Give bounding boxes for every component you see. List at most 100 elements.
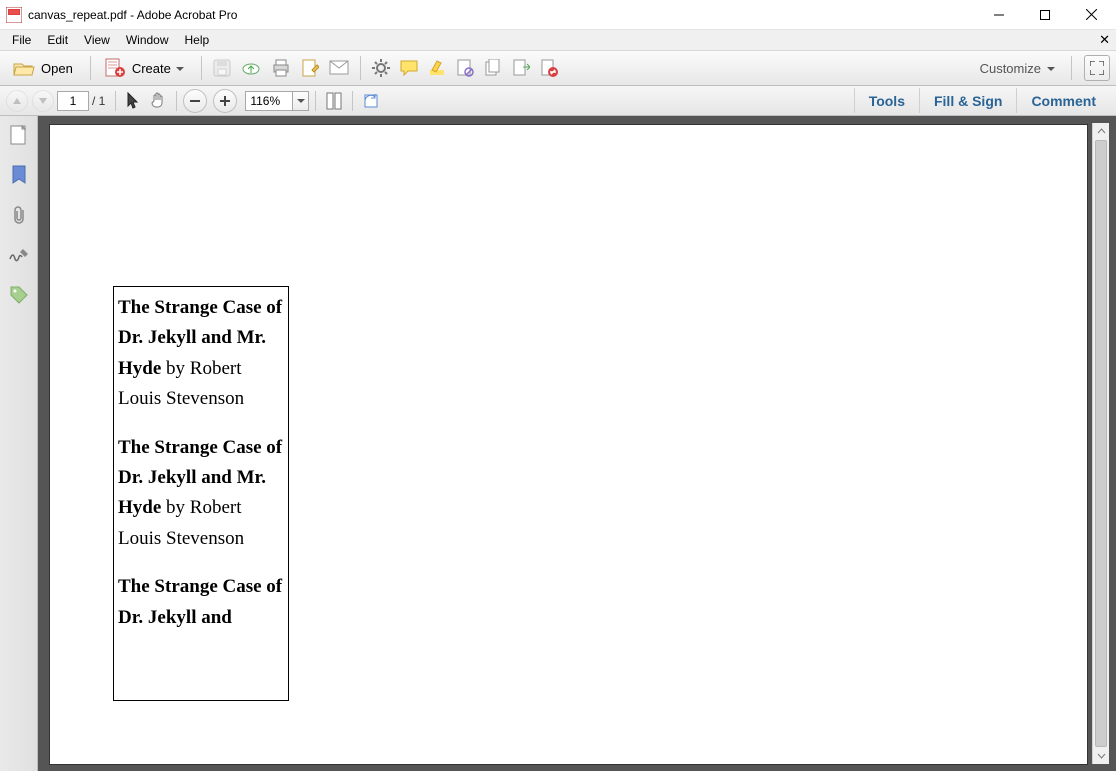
tag-icon (10, 286, 28, 304)
menu-file[interactable]: File (4, 30, 39, 50)
maximize-button[interactable] (1022, 0, 1068, 29)
highlight-button[interactable] (423, 55, 451, 81)
customize-label: Customize (980, 61, 1041, 76)
zoom-in-button[interactable] (213, 89, 237, 113)
scroll-up-button[interactable] (1093, 123, 1109, 140)
fit-page-icon (326, 92, 342, 110)
arrow-up-icon (12, 96, 22, 106)
delete-page-button[interactable] (535, 55, 563, 81)
chevron-down-icon (297, 94, 305, 108)
doc-title-3: The Strange Case of Dr. Jekyll and (118, 576, 282, 627)
doc-by-1: by (161, 358, 190, 379)
signatures-button[interactable] (8, 244, 30, 266)
chevron-up-icon (1097, 127, 1106, 136)
read-mode-button[interactable] (1084, 55, 1110, 81)
comment-panel-button[interactable]: Comment (1016, 88, 1110, 113)
fill-sign-panel-button[interactable]: Fill & Sign (919, 88, 1016, 113)
doc-by-2: by (161, 497, 190, 518)
menu-window[interactable]: Window (118, 30, 177, 50)
content-area: The Strange Case of Dr. Jekyll and Mr. H… (0, 116, 1116, 771)
create-button[interactable]: Create (97, 55, 195, 81)
minimize-button[interactable] (976, 0, 1022, 29)
scroll-down-button[interactable] (1093, 747, 1109, 764)
rotate-icon (362, 92, 380, 110)
copy-button[interactable] (479, 55, 507, 81)
next-page-button[interactable] (32, 90, 54, 112)
hand-tool-button[interactable] (146, 90, 170, 112)
signature-icon (9, 247, 29, 263)
hand-icon (149, 92, 167, 110)
document-stage: The Strange Case of Dr. Jekyll and Mr. H… (38, 116, 1116, 771)
chevron-down-icon (176, 61, 184, 76)
folder-open-icon (13, 59, 35, 77)
cursor-icon (126, 92, 142, 110)
page-total-label: / 1 (92, 94, 105, 108)
menu-edit[interactable]: Edit (39, 30, 76, 50)
page-edit-icon (301, 59, 319, 77)
attachments-button[interactable] (8, 204, 30, 226)
select-tool-button[interactable] (122, 90, 146, 112)
main-toolbar: Open Create Customize (0, 51, 1116, 86)
bookmark-icon (11, 165, 27, 185)
thumbnails-button[interactable] (8, 124, 30, 146)
save-button[interactable] (208, 55, 236, 81)
rotate-button[interactable] (359, 90, 383, 112)
titlebar: canvas_repeat.pdf - Adobe Acrobat Pro (0, 0, 1116, 30)
open-label: Open (41, 61, 73, 76)
comment-bubble-button[interactable] (395, 55, 423, 81)
email-button[interactable] (324, 55, 354, 81)
nav-toolbar: / 1 Tools Fill & Sign Comment (0, 86, 1116, 116)
pdf-page[interactable]: The Strange Case of Dr. Jekyll and Mr. H… (50, 125, 1087, 764)
prev-page-button[interactable] (6, 90, 28, 112)
vertical-scrollbar[interactable] (1092, 123, 1109, 764)
cloud-button[interactable] (236, 55, 266, 81)
bookmarks-button[interactable] (8, 164, 30, 186)
printer-icon (271, 59, 291, 77)
open-button[interactable]: Open (6, 55, 84, 81)
arrow-down-icon (38, 96, 48, 106)
export-button[interactable] (507, 55, 535, 81)
edit-pdf-button[interactable] (296, 55, 324, 81)
create-label: Create (132, 61, 171, 76)
chevron-down-icon (1047, 61, 1055, 76)
page-number-input[interactable] (57, 91, 89, 111)
cloud-upload-icon (241, 59, 261, 77)
zoom-out-button[interactable] (183, 89, 207, 113)
close-button[interactable] (1068, 0, 1114, 29)
comment-icon (400, 59, 418, 77)
gear-icon (372, 59, 390, 77)
menu-help[interactable]: Help (177, 30, 218, 50)
copy-icon (484, 59, 502, 77)
document-text-box: The Strange Case of Dr. Jekyll and Mr. H… (113, 286, 289, 701)
envelope-icon (329, 60, 349, 76)
page-delete-icon (540, 59, 558, 77)
close-document-button[interactable]: ✕ (1099, 32, 1110, 48)
page-export-icon (512, 59, 530, 77)
zoom-level-input[interactable] (245, 91, 293, 111)
tags-button[interactable] (8, 284, 30, 306)
scroll-track[interactable] (1093, 140, 1109, 747)
paperclip-icon (11, 205, 27, 225)
chevron-down-icon (1097, 751, 1106, 760)
tools-panel-button[interactable]: Tools (854, 88, 919, 113)
create-pdf-icon (104, 58, 126, 78)
scroll-thumb[interactable] (1095, 140, 1107, 747)
nav-pane (0, 116, 38, 771)
print-button[interactable] (266, 55, 296, 81)
window-title: canvas_repeat.pdf - Adobe Acrobat Pro (28, 8, 237, 22)
fit-page-button[interactable] (322, 90, 346, 112)
page-thumb-icon (10, 125, 28, 145)
menubar: File Edit View Window Help ✕ (0, 30, 1116, 51)
customize-button[interactable]: Customize (970, 61, 1065, 76)
save-icon (213, 59, 231, 77)
minus-icon (189, 95, 201, 107)
expand-icon (1090, 61, 1104, 75)
acrobat-icon (6, 7, 22, 23)
stamp-icon (456, 59, 474, 77)
zoom-dropdown-button[interactable] (293, 91, 309, 111)
plus-icon (219, 95, 231, 107)
highlight-icon (428, 59, 446, 77)
menu-view[interactable]: View (76, 30, 118, 50)
stamp-button[interactable] (451, 55, 479, 81)
settings-button[interactable] (367, 55, 395, 81)
